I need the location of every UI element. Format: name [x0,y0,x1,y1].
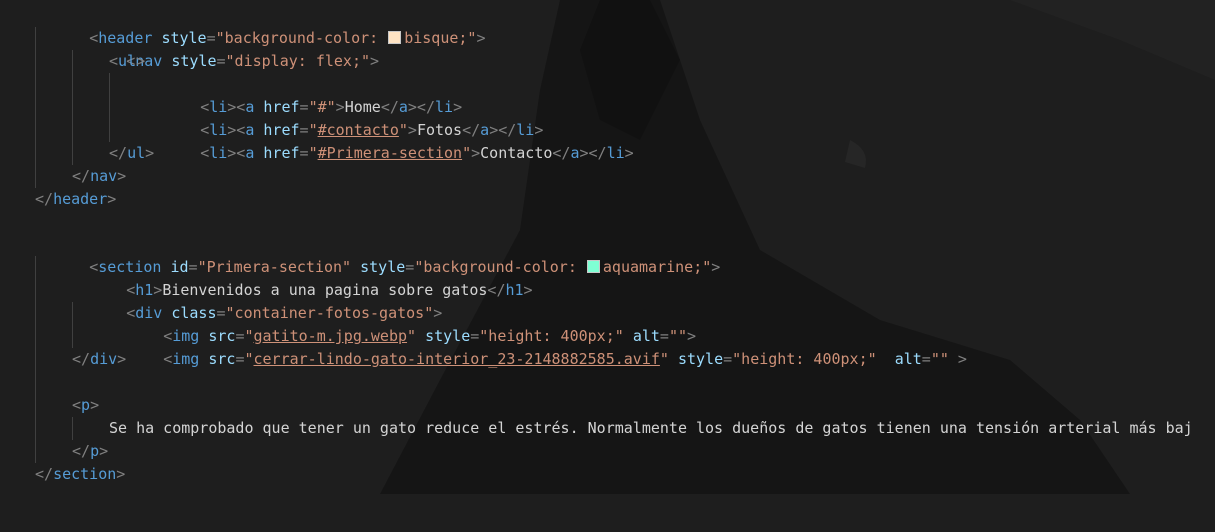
code-line: <nav style="display: flex;"> [0,27,1215,70]
code-line: <img src="gatito-m.jpg.webp" style="heig… [0,302,1215,345]
paragraph-text: Se ha comprobado que tener un gato reduc… [109,419,1193,437]
code-line: <h1>Bienvenidos a una pagina sobre gatos… [0,256,1215,299]
code-line: </nav> [0,165,1215,188]
code-line: Se ha comprobado que tener un gato reduc… [0,417,1215,440]
code-line: </p> [0,440,1215,463]
code-line: <section id="Primera-section" style="bac… [89,258,721,276]
code-line [0,371,1215,394]
code-line: <li><a href="#contacto">Fotos</a></li> [0,96,1215,139]
code-line: </section> [35,465,126,483]
code-line: <ul> [0,50,1215,73]
code-editor[interactable]: <header style="background-color: bisque;… [0,0,1215,494]
code-line: <p> [0,394,1215,417]
code-line: <li><a href="#">Home</a></li> [0,73,1215,116]
code-line: <div class="container-fotos-gatos"> [0,279,1215,322]
code-line: </header> [35,190,117,208]
code-line: <img src="cerrar-lindo-gato-interior_23-… [0,325,1215,368]
code-line: <li><a href="#Primera-section">Contacto<… [0,119,1215,162]
code-line: </div> [0,348,1215,371]
code-line: <header style="background-color: bisque;… [89,29,486,47]
code-line: </ul> [0,142,1215,165]
